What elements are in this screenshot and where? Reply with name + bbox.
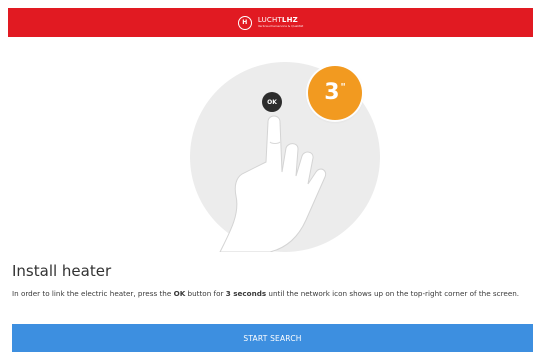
app-header: H LUCHTLHZ Verbraucherservice & Qualität — [8, 8, 533, 37]
timer-badge: 3 " — [308, 66, 362, 120]
timer-unit: " — [340, 82, 346, 93]
brand-tagline: Verbraucherservice & Qualität — [257, 24, 304, 28]
start-search-button[interactable]: START SEARCH — [12, 324, 533, 352]
instructions-text: In order to link the electric heater, pr… — [12, 289, 520, 298]
timer-value: 3 — [324, 80, 340, 105]
page-title: Install heater — [12, 262, 112, 280]
brand-name: LUCHTLHZ — [257, 16, 298, 24]
logo-mark-icon: H — [237, 15, 252, 30]
ok-button-icon: OK — [262, 92, 282, 112]
brand-logo: H LUCHTLHZ Verbraucherservice & Qualität — [237, 15, 304, 30]
